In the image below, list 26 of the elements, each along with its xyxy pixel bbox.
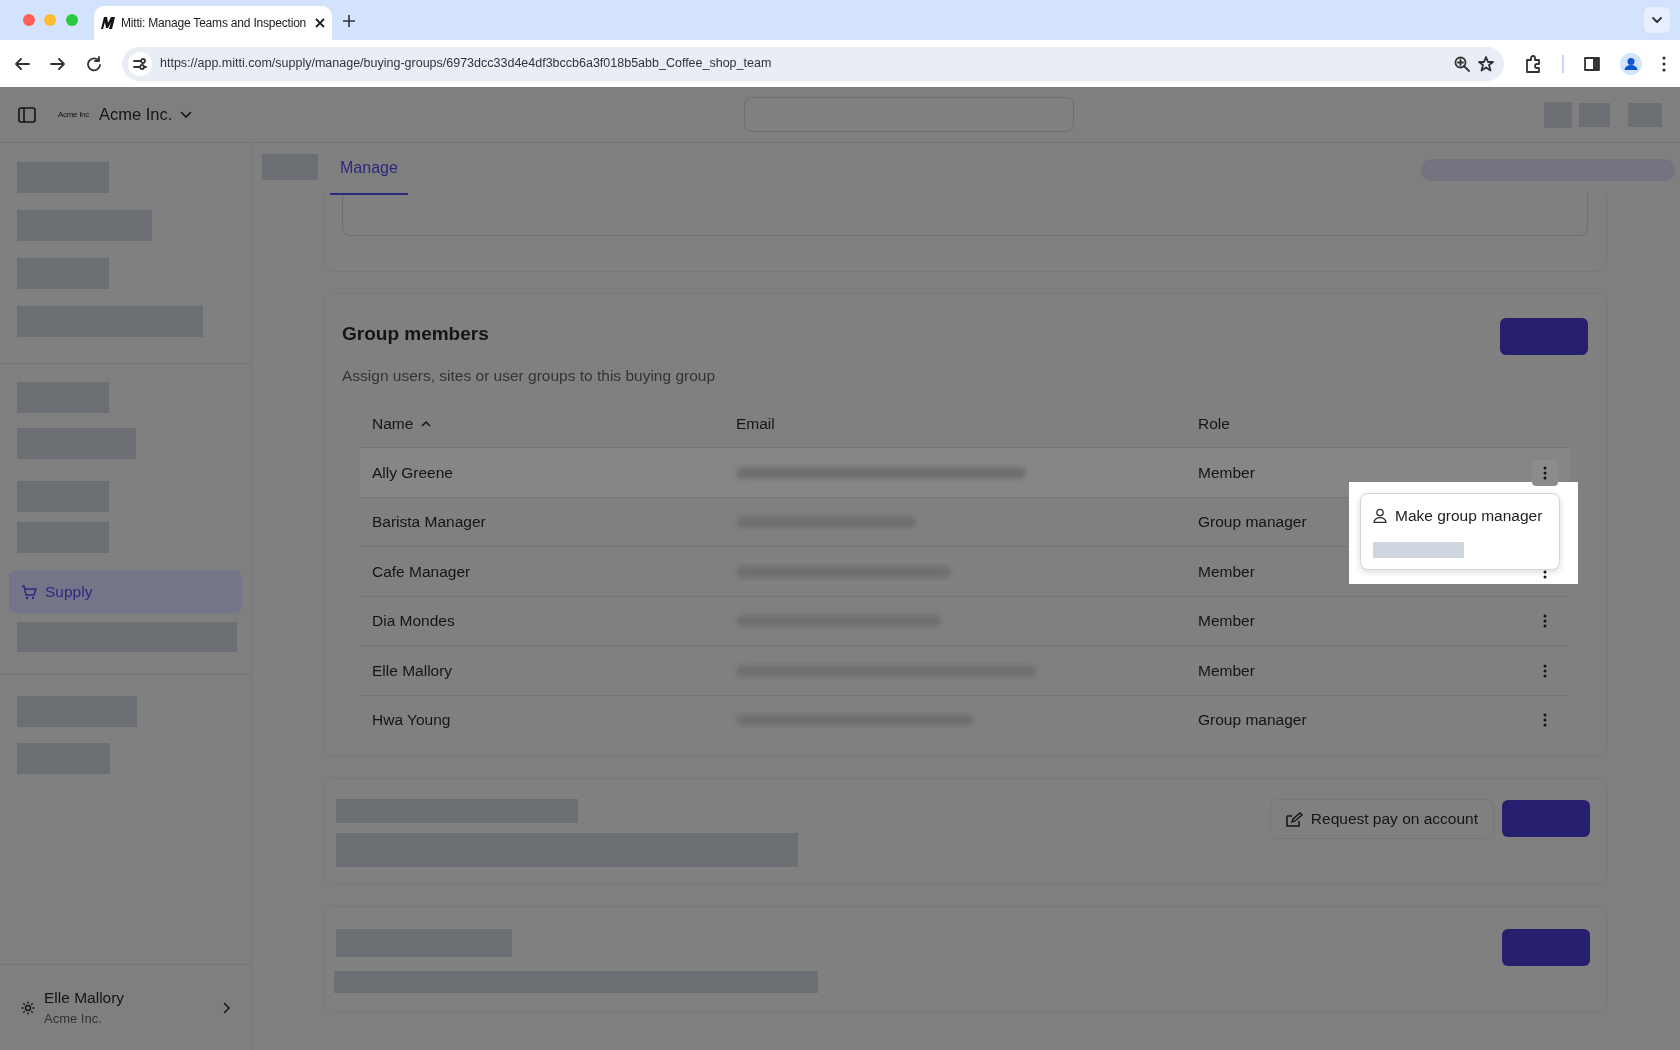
- member-name: Elle Mallory: [372, 661, 453, 679]
- url-text: https://app.mitti.com/supply/manage/buying-groups/6973dcc33d4e4df3bccb6a3f018b5abb_Coffee_shop_team: [160, 55, 773, 73]
- user-org: Acme Inc.: [44, 1010, 103, 1029]
- section-title: Group members: [342, 322, 489, 346]
- member-name: Dia Mondes: [372, 612, 455, 630]
- member-name: Barista Manager: [372, 513, 486, 531]
- member-name: Cafe Manager: [372, 562, 471, 580]
- org-switcher[interactable]: Acme Inc.: [98, 102, 193, 127]
- member-role: Group manager: [1198, 711, 1307, 729]
- member-role: Member: [1198, 463, 1255, 481]
- request-button[interactable]: Request pay on account: [1269, 799, 1494, 839]
- member-role: Member: [1198, 562, 1255, 580]
- column-header[interactable]: Name: [372, 412, 736, 436]
- company-logo: Acme Inc: [58, 108, 89, 121]
- member-role: Group manager: [1198, 513, 1307, 531]
- member-role: Member: [1198, 612, 1255, 630]
- address-bar[interactable]: https://app.mitti.com/supply/manage/buying-groups/6973dcc33d4e4df3bccb6a3f018b5abb_Coffee_shop_team: [122, 46, 1504, 81]
- column-header[interactable]: Email: [736, 412, 1198, 436]
- user-name: Elle Mallory: [44, 988, 126, 1009]
- member-role: Member: [1198, 661, 1255, 679]
- member-name: Hwa Young: [372, 711, 451, 729]
- column-header[interactable]: Role: [1198, 412, 1558, 436]
- menu-item[interactable]: Make group manager: [1373, 504, 1543, 528]
- section-subtitle: Assign users, sites or user groups to this buying group: [342, 366, 717, 386]
- sidebar-item[interactable]: Supply: [9, 570, 242, 613]
- member-name: Ally Greene: [372, 463, 453, 481]
